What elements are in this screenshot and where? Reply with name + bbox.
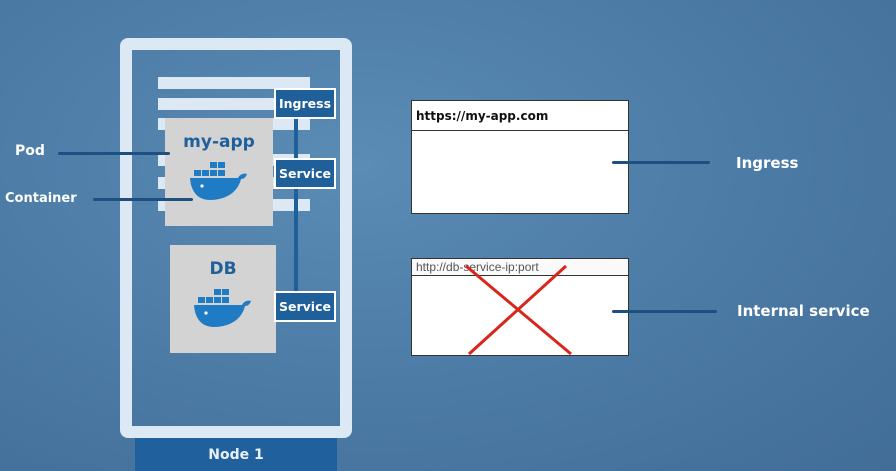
ingress-box: Ingress: [274, 88, 336, 119]
container-callout-label: Container: [5, 191, 77, 206]
node-stripe: [158, 98, 283, 110]
service-connector-line: [294, 110, 298, 306]
service-box-db: Service: [274, 291, 336, 322]
container-callout-line: [93, 198, 193, 201]
ingress-callout-line: [612, 161, 710, 164]
docker-whale-icon: [192, 287, 254, 333]
docker-whale-icon: [188, 160, 250, 206]
pod-label: DB: [209, 259, 237, 279]
pod-db: DB: [170, 245, 276, 353]
internal-service-callout-line: [612, 310, 717, 313]
ingress-callout-label: Ingress: [736, 154, 799, 172]
pod-my-app: my-app: [165, 118, 273, 226]
blocked-cross-icon: [465, 264, 572, 356]
node-label: Node 1: [135, 438, 337, 471]
browser-window-public: https://my-app.com: [411, 100, 629, 214]
internal-service-callout-label: Internal service: [737, 302, 870, 320]
pod-callout-label: Pod: [15, 143, 45, 159]
pod-callout-line: [58, 152, 170, 155]
service-box-my-app: Service: [274, 158, 336, 189]
pod-label: my-app: [183, 132, 255, 152]
url-bar: https://my-app.com: [412, 101, 628, 131]
